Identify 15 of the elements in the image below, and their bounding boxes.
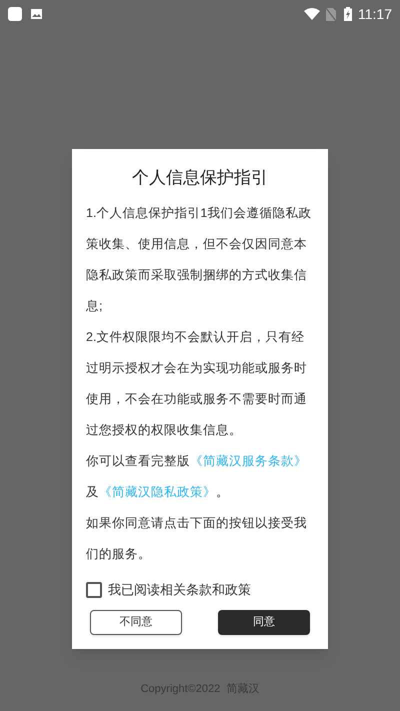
- status-time: 11:17: [358, 4, 392, 24]
- dialog-title: 个人信息保护指引: [131, 167, 269, 189]
- agreement-label: 我已阅读相关条款和政策: [108, 581, 251, 599]
- body-paragraph: 如果你同意请点击下面的按钮以接受我们的服务。: [86, 515, 308, 563]
- battery-charging-icon: [344, 7, 352, 21]
- body-paragraph: 你可以查看完整版《简藏汉服务条款》 及《简藏汉隐私政策》。: [86, 453, 308, 501]
- image-icon: [31, 9, 42, 19]
- body-paragraph: 1.个人信息保护指引1我们会遵循隐私政策收集、使用信息，但不会仅因同意本隐私政策而采取强制捆绑的方式收集信息;: [86, 205, 312, 315]
- body-paragraph: 2.文件权限限均不会默认开启，只有经过明示授权才会在为实现功能或服务时使用，不会在功能或服务不需要时而通过您授权的权限收集信息。: [86, 329, 308, 439]
- disagree-button[interactable]: 不同意: [90, 610, 182, 634]
- agreement-checkbox[interactable]: [86, 582, 102, 598]
- agree-button[interactable]: 同意: [218, 610, 310, 634]
- no-sim-icon: [326, 8, 336, 20]
- wifi-icon: [304, 8, 320, 20]
- notification-icon: [8, 7, 22, 21]
